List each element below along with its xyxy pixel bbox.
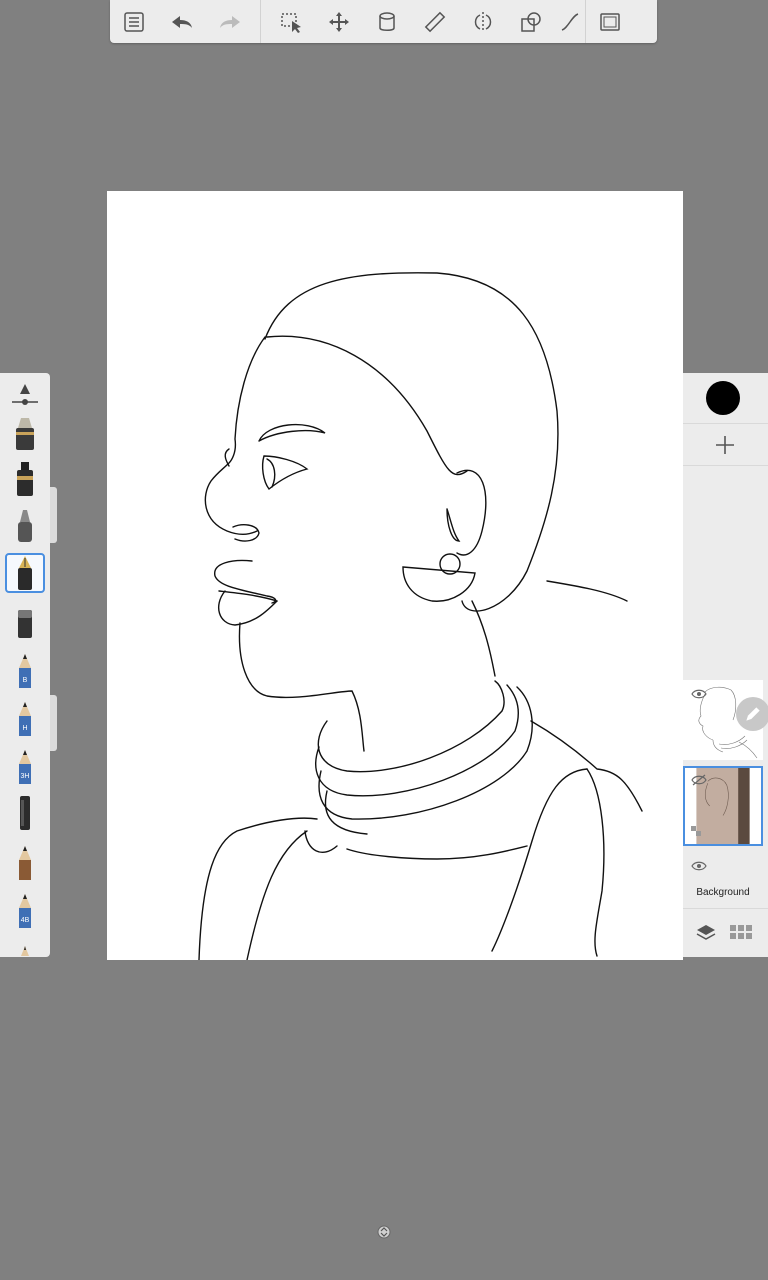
line-art-drawing	[198, 272, 643, 960]
panel-divider	[683, 465, 768, 466]
panel-divider	[683, 423, 768, 424]
pencil-3h-icon[interactable]: 3H	[5, 747, 45, 787]
menu-list-icon[interactable]	[110, 0, 158, 43]
pencil-b-icon[interactable]: B	[5, 651, 45, 691]
fill-bucket-icon[interactable]	[363, 0, 411, 43]
charcoal-icon[interactable]	[5, 793, 45, 833]
selection-icon[interactable]	[267, 0, 315, 43]
pencil-3h-tag: 3H	[21, 773, 30, 780]
drawing-canvas[interactable]	[107, 191, 683, 960]
brush-size-slider-icon[interactable]	[5, 377, 45, 417]
pencil-b-tag: B	[23, 677, 28, 684]
layer-panel-footer	[683, 916, 768, 950]
redo-icon[interactable]	[206, 0, 254, 43]
toolbar-divider	[260, 0, 261, 43]
fountain-pen-icon[interactable]	[5, 553, 45, 593]
brush-palette-grip-lower[interactable]	[50, 695, 57, 751]
brush-more-icon[interactable]	[5, 939, 45, 957]
grid-view-icon[interactable]	[730, 925, 752, 941]
symmetry-icon[interactable]	[459, 0, 507, 43]
panel-divider	[683, 908, 768, 909]
pencil-h-icon[interactable]: H	[5, 699, 45, 739]
add-layer-icon[interactable]	[713, 433, 737, 457]
pencil-4b-tag: 4B	[21, 917, 30, 924]
background-layer-label[interactable]: Background	[683, 887, 763, 898]
layer-2-thumbnail[interactable]	[683, 766, 763, 846]
layer-panel: Background	[683, 373, 768, 957]
ruler-icon[interactable]	[411, 0, 459, 43]
marker-icon[interactable]	[5, 413, 45, 453]
airbrush-icon[interactable]	[5, 505, 45, 545]
brush-palette: B H 3H 4B	[0, 373, 50, 957]
pencil-h-tag: H	[22, 725, 27, 732]
pencil-4b-icon[interactable]: 4B	[5, 891, 45, 931]
stroke-icon[interactable]	[555, 0, 585, 43]
pencil-icon[interactable]	[5, 843, 45, 883]
eraser-icon[interactable]	[5, 603, 45, 643]
bottom-toolbar-toggle-icon[interactable]	[377, 1225, 391, 1239]
shapes-icon[interactable]	[507, 0, 555, 43]
layer-2-lock-icon	[691, 826, 701, 836]
top-toolbar	[110, 0, 657, 43]
fullscreen-icon[interactable]	[585, 0, 634, 43]
brush-palette-grip[interactable]	[50, 487, 57, 543]
ink-pen-icon[interactable]	[5, 459, 45, 499]
layers-icon[interactable]	[695, 923, 717, 943]
layer-1-visibility-eye-icon[interactable]	[691, 688, 707, 700]
layer-2-hidden-eye-icon[interactable]	[691, 774, 707, 786]
background-visibility-eye-icon[interactable]	[691, 860, 707, 872]
edit-layer-pencil-icon[interactable]	[736, 697, 768, 731]
undo-icon[interactable]	[158, 0, 206, 43]
color-swatch[interactable]	[706, 381, 740, 415]
transform-icon[interactable]	[315, 0, 363, 43]
